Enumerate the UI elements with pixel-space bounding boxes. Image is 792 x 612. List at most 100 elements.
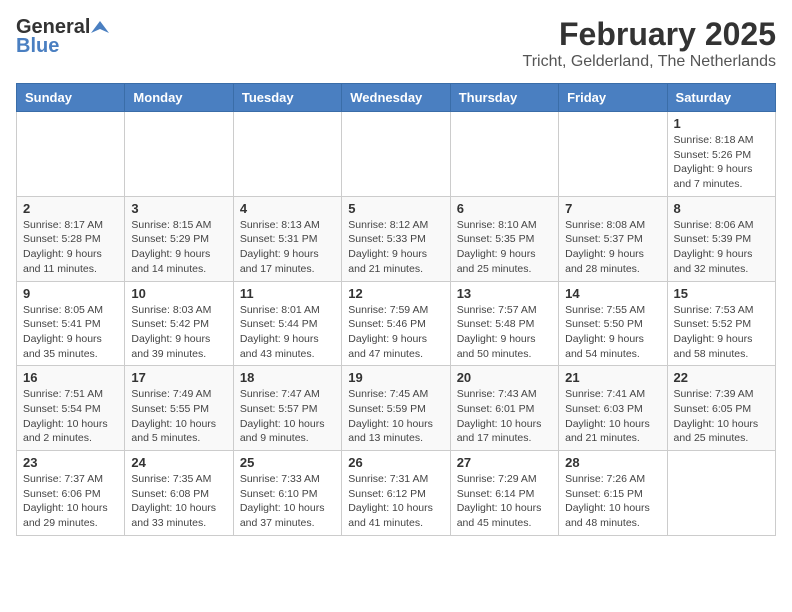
logo: General Blue bbox=[16, 16, 110, 58]
calendar-cell bbox=[450, 112, 558, 197]
calendar-cell bbox=[233, 112, 341, 197]
calendar-cell: 27 Sunrise: 7:29 AM Sunset: 6:14 PM Dayli… bbox=[450, 451, 558, 536]
weekday-header-thursday: Thursday bbox=[450, 84, 558, 112]
calendar-cell: 21 Sunrise: 7:41 AM Sunset: 6:03 PM Dayli… bbox=[559, 366, 667, 451]
day-number: 5 bbox=[348, 201, 443, 216]
day-detail: Sunrise: 8:03 AM Sunset: 5:42 PM Dayligh… bbox=[131, 303, 226, 362]
calendar-cell: 4 Sunrise: 8:13 AM Sunset: 5:31 PM Daylig… bbox=[233, 196, 341, 281]
calendar-cell: 9 Sunrise: 8:05 AM Sunset: 5:41 PM Daylig… bbox=[17, 281, 125, 366]
calendar-cell bbox=[125, 112, 233, 197]
title-area: February 2025 Tricht, Gelderland, The Ne… bbox=[523, 16, 776, 71]
day-number: 13 bbox=[457, 286, 552, 301]
day-number: 23 bbox=[23, 455, 118, 470]
day-detail: Sunrise: 7:57 AM Sunset: 5:48 PM Dayligh… bbox=[457, 303, 552, 362]
day-number: 9 bbox=[23, 286, 118, 301]
day-detail: Sunrise: 8:05 AM Sunset: 5:41 PM Dayligh… bbox=[23, 303, 118, 362]
calendar-week-4: 16 Sunrise: 7:51 AM Sunset: 5:54 PM Dayli… bbox=[17, 366, 776, 451]
calendar-cell: 10 Sunrise: 8:03 AM Sunset: 5:42 PM Dayli… bbox=[125, 281, 233, 366]
calendar-cell: 28 Sunrise: 7:26 AM Sunset: 6:15 PM Dayli… bbox=[559, 451, 667, 536]
calendar-table: SundayMondayTuesdayWednesdayThursdayFrid… bbox=[16, 83, 776, 536]
calendar-cell: 19 Sunrise: 7:45 AM Sunset: 5:59 PM Dayli… bbox=[342, 366, 450, 451]
weekday-header-sunday: Sunday bbox=[17, 84, 125, 112]
day-number: 17 bbox=[131, 370, 226, 385]
day-detail: Sunrise: 7:49 AM Sunset: 5:55 PM Dayligh… bbox=[131, 387, 226, 446]
day-number: 16 bbox=[23, 370, 118, 385]
calendar-cell: 13 Sunrise: 7:57 AM Sunset: 5:48 PM Dayli… bbox=[450, 281, 558, 366]
calendar-cell: 7 Sunrise: 8:08 AM Sunset: 5:37 PM Daylig… bbox=[559, 196, 667, 281]
day-number: 27 bbox=[457, 455, 552, 470]
day-number: 15 bbox=[674, 286, 769, 301]
day-number: 21 bbox=[565, 370, 660, 385]
calendar-cell: 11Sunrise: 8:01 AM Sunset: 5:44 PM Dayli… bbox=[233, 281, 341, 366]
day-number: 25 bbox=[240, 455, 335, 470]
weekday-header-saturday: Saturday bbox=[667, 84, 775, 112]
calendar-cell: 8 Sunrise: 8:06 AM Sunset: 5:39 PM Daylig… bbox=[667, 196, 775, 281]
calendar-cell: 3 Sunrise: 8:15 AM Sunset: 5:29 PM Daylig… bbox=[125, 196, 233, 281]
calendar-cell: 20 Sunrise: 7:43 AM Sunset: 6:01 PM Dayli… bbox=[450, 366, 558, 451]
weekday-header-wednesday: Wednesday bbox=[342, 84, 450, 112]
page-title: February 2025 bbox=[523, 16, 776, 53]
day-number: 24 bbox=[131, 455, 226, 470]
day-detail: Sunrise: 8:12 AM Sunset: 5:33 PM Dayligh… bbox=[348, 218, 443, 277]
day-number: 4 bbox=[240, 201, 335, 216]
day-detail: Sunrise: 8:08 AM Sunset: 5:37 PM Dayligh… bbox=[565, 218, 660, 277]
day-detail: Sunrise: 7:26 AM Sunset: 6:15 PM Dayligh… bbox=[565, 472, 660, 531]
day-detail: Sunrise: 8:10 AM Sunset: 5:35 PM Dayligh… bbox=[457, 218, 552, 277]
day-detail: Sunrise: 7:33 AM Sunset: 6:10 PM Dayligh… bbox=[240, 472, 335, 531]
day-number: 6 bbox=[457, 201, 552, 216]
calendar-cell: 6 Sunrise: 8:10 AM Sunset: 5:35 PM Daylig… bbox=[450, 196, 558, 281]
calendar-header-row: SundayMondayTuesdayWednesdayThursdayFrid… bbox=[17, 84, 776, 112]
calendar-cell: 2 Sunrise: 8:17 AM Sunset: 5:28 PM Daylig… bbox=[17, 196, 125, 281]
day-detail: Sunrise: 8:15 AM Sunset: 5:29 PM Dayligh… bbox=[131, 218, 226, 277]
day-number: 1 bbox=[674, 116, 769, 131]
calendar-week-3: 9 Sunrise: 8:05 AM Sunset: 5:41 PM Daylig… bbox=[17, 281, 776, 366]
page-subtitle: Tricht, Gelderland, The Netherlands bbox=[523, 53, 776, 71]
day-number: 10 bbox=[131, 286, 226, 301]
day-detail: Sunrise: 7:35 AM Sunset: 6:08 PM Dayligh… bbox=[131, 472, 226, 531]
calendar-cell bbox=[17, 112, 125, 197]
day-number: 7 bbox=[565, 201, 660, 216]
calendar-cell bbox=[667, 451, 775, 536]
day-number: 20 bbox=[457, 370, 552, 385]
day-detail: Sunrise: 7:51 AM Sunset: 5:54 PM Dayligh… bbox=[23, 387, 118, 446]
day-number: 19 bbox=[348, 370, 443, 385]
day-number: 28 bbox=[565, 455, 660, 470]
day-number: 2 bbox=[23, 201, 118, 216]
calendar-cell bbox=[559, 112, 667, 197]
calendar-cell bbox=[342, 112, 450, 197]
day-detail: Sunrise: 8:13 AM Sunset: 5:31 PM Dayligh… bbox=[240, 218, 335, 277]
calendar-cell: 26Sunrise: 7:31 AM Sunset: 6:12 PM Dayli… bbox=[342, 451, 450, 536]
day-detail: Sunrise: 7:47 AM Sunset: 5:57 PM Dayligh… bbox=[240, 387, 335, 446]
calendar-cell: 25 Sunrise: 7:33 AM Sunset: 6:10 PM Dayli… bbox=[233, 451, 341, 536]
day-number: 14 bbox=[565, 286, 660, 301]
weekday-header-monday: Monday bbox=[125, 84, 233, 112]
day-detail: Sunrise: 7:45 AM Sunset: 5:59 PM Dayligh… bbox=[348, 387, 443, 446]
day-number: 8 bbox=[674, 201, 769, 216]
day-number: 12 bbox=[348, 286, 443, 301]
day-number: 18 bbox=[240, 370, 335, 385]
calendar-cell: 23 Sunrise: 7:37 AM Sunset: 6:06 PM Dayli… bbox=[17, 451, 125, 536]
weekday-header-friday: Friday bbox=[559, 84, 667, 112]
calendar-week-2: 2 Sunrise: 8:17 AM Sunset: 5:28 PM Daylig… bbox=[17, 196, 776, 281]
day-detail: Sunrise: 7:59 AM Sunset: 5:46 PM Dayligh… bbox=[348, 303, 443, 362]
day-detail: Sunrise: 7:41 AM Sunset: 6:03 PM Dayligh… bbox=[565, 387, 660, 446]
calendar-cell: 15 Sunrise: 7:53 AM Sunset: 5:52 PM Dayli… bbox=[667, 281, 775, 366]
day-detail: Sunrise: 8:06 AM Sunset: 5:39 PM Dayligh… bbox=[674, 218, 769, 277]
day-detail: Sunrise: 7:43 AM Sunset: 6:01 PM Dayligh… bbox=[457, 387, 552, 446]
day-number: 22 bbox=[674, 370, 769, 385]
logo-bird-icon bbox=[91, 19, 109, 37]
day-detail: Sunrise: 8:01 AM Sunset: 5:44 PM Dayligh… bbox=[240, 303, 335, 362]
calendar-cell: 18 Sunrise: 7:47 AM Sunset: 5:57 PM Dayli… bbox=[233, 366, 341, 451]
day-detail: Sunrise: 7:29 AM Sunset: 6:14 PM Dayligh… bbox=[457, 472, 552, 531]
day-detail: Sunrise: 7:53 AM Sunset: 5:52 PM Dayligh… bbox=[674, 303, 769, 362]
calendar-cell: 17 Sunrise: 7:49 AM Sunset: 5:55 PM Dayli… bbox=[125, 366, 233, 451]
day-detail: Sunrise: 7:37 AM Sunset: 6:06 PM Dayligh… bbox=[23, 472, 118, 531]
calendar-cell: 1Sunrise: 8:18 AM Sunset: 5:26 PM Daylig… bbox=[667, 112, 775, 197]
day-number: 3 bbox=[131, 201, 226, 216]
day-detail: Sunrise: 8:17 AM Sunset: 5:28 PM Dayligh… bbox=[23, 218, 118, 277]
calendar-cell: 22Sunrise: 7:39 AM Sunset: 6:05 PM Dayli… bbox=[667, 366, 775, 451]
day-detail: Sunrise: 7:31 AM Sunset: 6:12 PM Dayligh… bbox=[348, 472, 443, 531]
calendar-week-1: 1Sunrise: 8:18 AM Sunset: 5:26 PM Daylig… bbox=[17, 112, 776, 197]
calendar-cell: 14Sunrise: 7:55 AM Sunset: 5:50 PM Dayli… bbox=[559, 281, 667, 366]
calendar-cell: 16 Sunrise: 7:51 AM Sunset: 5:54 PM Dayli… bbox=[17, 366, 125, 451]
